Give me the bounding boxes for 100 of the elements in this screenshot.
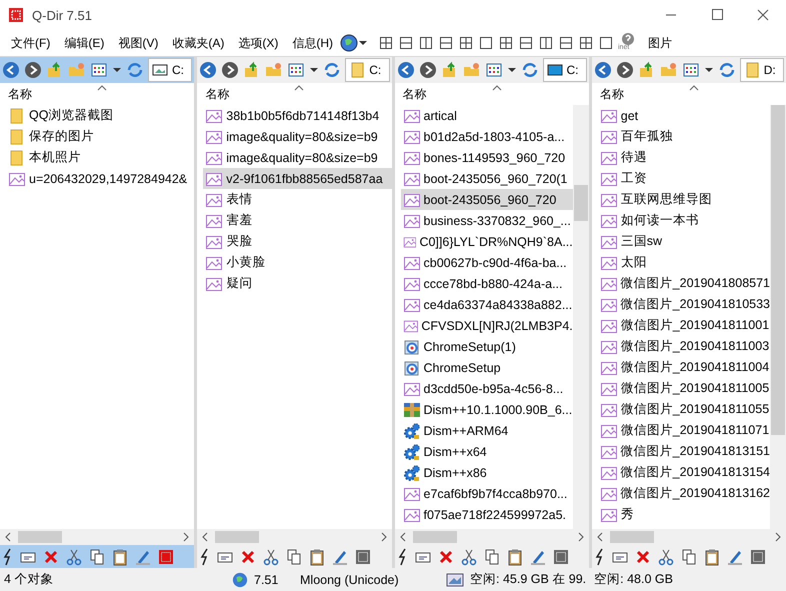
layout-icon[interactable]	[598, 35, 614, 51]
file-item[interactable]: 本机照片	[6, 147, 194, 168]
layout-icon[interactable]	[478, 35, 494, 51]
file-item[interactable]: 微信图片_2019041813151	[598, 441, 770, 462]
file-item[interactable]: Dism++x64	[400, 441, 573, 462]
refresh-icon[interactable]	[718, 61, 736, 79]
paste-icon[interactable]	[702, 548, 721, 566]
path-field[interactable]: C:	[345, 58, 390, 82]
refresh-icon[interactable]	[323, 61, 342, 79]
file-item[interactable]: QQ浏览器截图	[6, 105, 194, 126]
scroll-left-icon[interactable]	[596, 532, 604, 542]
file-item[interactable]: b01d2a5d-1803-4105-a...	[400, 126, 573, 147]
file-item[interactable]: ChromeSetup	[400, 357, 573, 378]
copy-icon[interactable]	[680, 548, 698, 566]
file-item[interactable]: CFVSDXL[N]RJ(2LMB3P4.	[400, 315, 573, 336]
file-item[interactable]: 38b1b0b5f6db714148f13b4	[203, 105, 392, 126]
file-item[interactable]: Dism++10.1.1000.90B_6...	[400, 399, 573, 420]
copy-icon[interactable]	[285, 548, 304, 566]
cut-icon[interactable]	[460, 548, 478, 566]
file-item[interactable]: 微信图片_2019041811005	[598, 378, 770, 399]
file-item[interactable]: 待遇	[598, 147, 770, 168]
file-item[interactable]: 小黄脸	[203, 252, 392, 273]
scroll-left-icon[interactable]	[398, 532, 406, 542]
file-item[interactable]: image&quality=80&size=b9	[203, 147, 392, 168]
horizontal-scrollbar[interactable]	[592, 529, 786, 545]
file-item[interactable]: 微信图片_2019041810533	[598, 294, 770, 315]
select-icon[interactable]	[748, 548, 767, 566]
file-item[interactable]: Dism++x86	[400, 462, 573, 483]
column-header[interactable]: 名称	[8, 86, 32, 102]
file-item[interactable]: e7caf6bf9b7f4cca8b970...	[400, 483, 573, 504]
file-item[interactable]: Dism++ARM64	[400, 420, 573, 441]
layout-icon[interactable]	[518, 35, 534, 51]
layout-icon[interactable]	[458, 35, 474, 51]
file-item[interactable]: 保存的图片	[6, 126, 194, 147]
file-item[interactable]: u=206432029,1497284942&	[6, 168, 194, 189]
lightning-icon[interactable]	[396, 548, 408, 566]
view-icon[interactable]	[682, 61, 700, 79]
file-item[interactable]: f075ae718f224599972a5.	[400, 504, 573, 525]
file-item[interactable]: 如何读一本书	[598, 210, 770, 231]
layout-icon[interactable]	[418, 35, 434, 51]
back-icon[interactable]	[396, 61, 414, 79]
file-item[interactable]: 太阳	[598, 252, 770, 273]
file-item[interactable]: 微信图片_2019041808571	[598, 273, 770, 294]
view-icon[interactable]	[484, 61, 502, 79]
file-item[interactable]: 疑问	[203, 273, 392, 294]
file-item[interactable]: 哭脸	[203, 231, 392, 252]
select-icon[interactable]	[552, 548, 570, 566]
paste-icon[interactable]	[308, 548, 326, 566]
cut-icon[interactable]	[65, 548, 83, 566]
copy-icon[interactable]	[88, 548, 106, 566]
vertical-scrollbar[interactable]	[770, 105, 786, 529]
scroll-right-icon[interactable]	[576, 532, 585, 542]
file-item[interactable]: boot-2435056_960_720	[400, 189, 573, 210]
menu-item[interactable]: 视图(V)	[111, 34, 166, 52]
cut-icon[interactable]	[262, 548, 280, 566]
path-field[interactable]: C:	[542, 58, 587, 82]
file-item[interactable]: 百年孤独	[598, 126, 770, 147]
vertical-scrollbar[interactable]	[572, 105, 589, 529]
file-item[interactable]: boot-2435056_960_720(1	[400, 168, 573, 189]
back-icon[interactable]	[2, 61, 20, 79]
menu-item[interactable]: 文件(F)	[4, 34, 58, 52]
toolbar-label[interactable]: 图片	[648, 34, 672, 52]
scroll-right-icon[interactable]	[380, 532, 388, 542]
file-item[interactable]: 微信图片_2019041811055	[598, 399, 770, 420]
view-icon[interactable]	[287, 61, 306, 79]
scroll-left-icon[interactable]	[4, 532, 12, 542]
horizontal-scrollbar[interactable]	[197, 529, 392, 545]
file-item[interactable]: 害羞	[203, 210, 392, 231]
file-item[interactable]: business-3370832_960_...	[400, 210, 573, 231]
file-item[interactable]: ChromeSetup(1)	[400, 336, 573, 357]
back-icon[interactable]	[594, 61, 612, 79]
back-icon[interactable]	[199, 61, 218, 79]
file-item[interactable]: get	[598, 105, 770, 126]
menu-item[interactable]: 收藏夹(A)	[165, 34, 232, 52]
paste-icon[interactable]	[111, 548, 129, 566]
file-item[interactable]: C0]]6}LYL`DR%NQH9`8A...	[400, 231, 573, 252]
file-item[interactable]: d3cdd50e-b95a-4c56-8...	[400, 378, 573, 399]
file-item[interactable]: image&quality=80&size=b9	[203, 126, 392, 147]
scroll-right-icon[interactable]	[774, 532, 782, 542]
file-item[interactable]: ce4da63374a84338a882...	[400, 294, 573, 315]
scroll-right-icon[interactable]	[182, 532, 190, 542]
file-item[interactable]: ccce78bd-b880-424a-a...	[400, 273, 573, 294]
forward-icon[interactable]	[616, 61, 634, 79]
layout-icon[interactable]	[538, 35, 554, 51]
file-item[interactable]: 工资	[598, 168, 770, 189]
globe-icon[interactable]	[340, 34, 358, 52]
menu-item[interactable]: 编辑(E)	[57, 34, 112, 52]
forward-icon[interactable]	[221, 61, 240, 79]
file-item[interactable]: 表情	[203, 189, 392, 210]
column-header[interactable]: 名称	[402, 86, 426, 102]
file-item[interactable]: 微信图片_2019041813154	[598, 462, 770, 483]
refresh-icon[interactable]	[520, 61, 538, 79]
file-item[interactable]: 三国sw	[598, 231, 770, 252]
cut-icon[interactable]	[656, 548, 675, 566]
scroll-left-icon[interactable]	[201, 532, 210, 542]
layout-icon[interactable]	[558, 35, 574, 51]
forward-icon[interactable]	[418, 61, 436, 79]
file-item[interactable]: 微信图片_2019041813162	[598, 483, 770, 504]
layout-icon[interactable]	[438, 35, 454, 51]
path-field[interactable]: C:	[148, 58, 192, 82]
